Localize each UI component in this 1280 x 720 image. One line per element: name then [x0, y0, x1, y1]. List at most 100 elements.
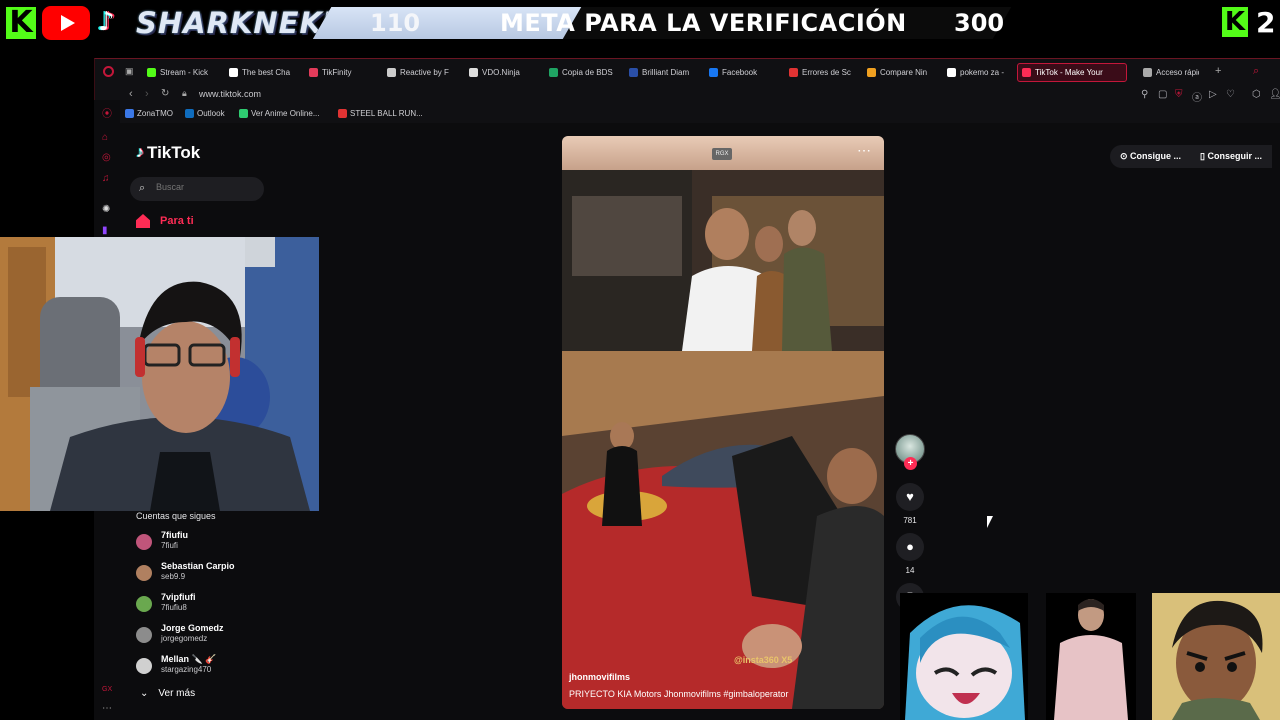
bookmark-label: STEEL BALL RUN...	[350, 109, 423, 118]
get-coins-button[interactable]: ⊙ Consigue ...	[1110, 145, 1192, 168]
tab-label: Compare Nin	[880, 68, 928, 77]
following-account[interactable]: Sebastian Carpio seb9.9	[136, 561, 286, 589]
mouse-cursor-icon	[987, 516, 993, 528]
back-icon[interactable]: ‹	[129, 88, 133, 100]
browser-tab[interactable]: Reactive by F	[383, 63, 457, 82]
search-box[interactable]: ⌕	[130, 177, 264, 201]
following-account[interactable]: 7fiufiu 7fiufi	[136, 530, 286, 558]
heart-icon[interactable]: ♡	[1226, 89, 1235, 100]
video-player[interactable]: RGX ⋯	[562, 136, 884, 709]
like-count: 781	[903, 516, 917, 525]
extensions-icon[interactable]: ⬡	[1252, 89, 1261, 100]
video-author[interactable]: jhonmovifilms	[569, 672, 630, 682]
video-badge: RGX	[712, 148, 732, 160]
twitch-icon[interactable]: ▮	[102, 226, 112, 236]
coin-icon: ⊙	[1120, 151, 1131, 161]
get-coins-label: Consigue ...	[1130, 151, 1182, 161]
shield-icon[interactable]: ⛨	[1175, 89, 1183, 100]
bookmarks-bar: ZonaTMO Outlook Ver Anime Online... STEEL B…	[95, 105, 1280, 123]
translate-icon[interactable]: ⓐ	[1192, 89, 1202, 104]
streamer-cutout-image	[1046, 593, 1136, 720]
tiktok-brand[interactable]: ♪ TikTok	[136, 143, 200, 163]
tab-favicon-icon	[629, 68, 638, 77]
tab-label: Stream - Kick	[160, 68, 209, 77]
following-account[interactable]: 7vipfiufi 7fiufiu8	[136, 592, 286, 620]
bookmark-favicon-icon	[185, 109, 194, 118]
forward-icon[interactable]: ›	[145, 88, 149, 100]
tab-favicon-icon	[469, 68, 478, 77]
bookmark-item[interactable]: Outlook	[185, 109, 225, 118]
see-more-button[interactable]: ⌄ Ver más	[140, 688, 195, 699]
play-icon[interactable]: ▷	[1209, 89, 1217, 100]
bookmark-favicon-icon	[125, 109, 134, 118]
opera-logo-icon[interactable]	[103, 66, 114, 77]
comic-avatar-image	[1152, 593, 1280, 720]
url-text[interactable]: www.tiktok.com	[199, 89, 261, 99]
snapshot-icon[interactable]: ▢	[1158, 89, 1167, 100]
search-input[interactable]	[156, 182, 256, 192]
kick-icon: K	[6, 7, 36, 39]
tab-favicon-icon	[309, 68, 318, 77]
browser-tab[interactable]: VDO.Ninja	[465, 63, 537, 82]
tab-favicon-icon	[947, 68, 956, 77]
account-handle: jorgegomedz	[161, 634, 208, 643]
browser-tab[interactable]: Brilliant Diam	[625, 63, 697, 82]
webcam-image	[0, 237, 319, 511]
gx-icon[interactable]: GX	[102, 685, 112, 695]
pin-icon[interactable]: ⚲	[1141, 89, 1148, 100]
more-options-icon[interactable]: ⋯	[857, 142, 872, 159]
browser-tab[interactable]: Stream - Kick	[143, 63, 215, 82]
browser-tab[interactable]: TikTok - Make Your	[1017, 63, 1127, 82]
comment-icon: ●	[906, 539, 914, 554]
tab-favicon-icon	[709, 68, 718, 77]
account-handle: seb9.9	[161, 572, 186, 581]
get-app-button[interactable]: ▯ Conseguir ...	[1190, 145, 1272, 168]
tab-label: TikTok - Make Your	[1035, 68, 1103, 77]
bookmark-item[interactable]: STEEL BALL RUN...	[338, 109, 423, 118]
comment-button[interactable]: ●	[896, 533, 924, 561]
account-name: Mellan 🔪 🎸	[161, 654, 217, 664]
video-frame	[562, 170, 884, 709]
nav-for-you-label: Para ti	[160, 215, 194, 227]
reload-icon[interactable]: ↻	[161, 88, 169, 99]
avatar	[136, 534, 152, 550]
browser-tab[interactable]: The best Cha	[225, 63, 297, 82]
browser-tab[interactable]: TikFinity	[305, 63, 375, 82]
instagram-icon[interactable]: ◎	[102, 153, 112, 163]
tab-label: VDO.Ninja	[482, 68, 520, 77]
browser-tab[interactable]: Errores de Sc	[785, 63, 855, 82]
aria-icon[interactable]: ⦿	[102, 110, 112, 120]
browser-tab[interactable]: Facebook	[705, 63, 777, 82]
new-tab-icon[interactable]: +	[1215, 65, 1221, 77]
following-title: Cuentas que sigues	[136, 511, 216, 521]
tiktok-logo-icon: ♪	[136, 144, 144, 161]
kick-count-icon: K	[1222, 7, 1248, 37]
like-button[interactable]: ♥	[896, 483, 924, 511]
browser-tab[interactable]: Compare Nin	[863, 63, 935, 82]
goal-label: META PARA LA VERIFICACIÓN	[500, 9, 907, 37]
bookmark-item[interactable]: Ver Anime Online...	[239, 109, 319, 118]
get-app-label: Conseguir ...	[1207, 151, 1262, 161]
following-account[interactable]: Mellan 🔪 🎸 stargazing470	[136, 654, 286, 682]
browser-tab[interactable]: pokemo za -	[943, 63, 1009, 82]
following-account[interactable]: Jorge Gomedz jorgegomedz	[136, 623, 286, 651]
tab-favicon-icon	[229, 68, 238, 77]
nav-for-you[interactable]: Para ti	[136, 214, 194, 228]
account-name: 7fiufiu	[161, 530, 188, 540]
music-icon[interactable]: ♫	[102, 174, 112, 184]
shopping-icon[interactable]: ⌂	[102, 133, 112, 143]
more-icon[interactable]: ⋯	[102, 704, 112, 714]
account-name: Sebastian Carpio	[161, 561, 235, 571]
lock-icon: 🔒︎	[182, 88, 187, 98]
browser-tab[interactable]: Acceso rápid	[1139, 63, 1199, 82]
follow-plus-icon[interactable]: +	[904, 457, 917, 470]
search-tabs-icon[interactable]: ⌕	[1253, 65, 1259, 78]
tab-overview-icon[interactable]: ▣	[125, 66, 134, 77]
avatar	[136, 658, 152, 674]
profile-icon[interactable]: 👤︎	[1269, 89, 1280, 100]
chatgpt-icon[interactable]: ✺	[102, 205, 112, 215]
bookmark-item[interactable]: ZonaTMO	[125, 109, 173, 118]
browser-tab[interactable]: Copia de BDS	[545, 63, 617, 82]
youtube-icon	[42, 6, 90, 40]
tiktok-brand-text: TikTok	[147, 143, 201, 162]
